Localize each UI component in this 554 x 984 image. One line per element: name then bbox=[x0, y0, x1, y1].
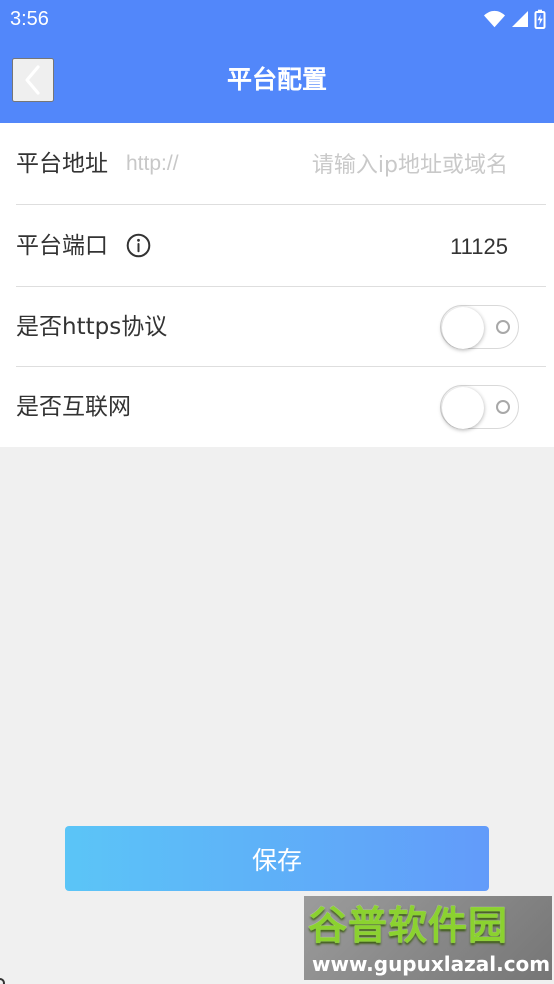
platform-address-row: 平台地址 http:// bbox=[0, 123, 554, 205]
toggle-knob bbox=[442, 387, 484, 429]
toggle-knob bbox=[442, 307, 484, 349]
watermark-url: www.gupuxlazal.com bbox=[312, 952, 551, 976]
watermark-title: 谷普软件园 bbox=[308, 904, 509, 949]
cellular-icon bbox=[512, 11, 528, 27]
site-watermark: 谷普软件园 www.gupuxlazal.com bbox=[304, 896, 552, 980]
toggle-off-circle-icon bbox=[496, 320, 510, 334]
platform-port-label: 平台端口 bbox=[16, 233, 108, 259]
status-icons bbox=[483, 7, 546, 31]
info-icon[interactable] bbox=[126, 233, 151, 258]
platform-address-label: 平台地址 bbox=[16, 151, 108, 177]
internet-toggle[interactable] bbox=[440, 385, 519, 429]
https-protocol-row: 是否https协议 bbox=[0, 287, 554, 367]
platform-port-row: 平台端口 bbox=[0, 205, 554, 287]
app-header: 3:56 平台配置 bbox=[0, 0, 554, 123]
internet-row: 是否互联网 bbox=[0, 367, 554, 447]
https-protocol-label: 是否https协议 bbox=[16, 314, 168, 340]
settings-panel: 平台地址 http:// 平台端口 是否https协议 是否互联网 bbox=[0, 123, 554, 447]
protocol-prefix: http:// bbox=[126, 152, 179, 175]
toggle-off-circle-icon bbox=[496, 400, 510, 414]
page-title: 平台配置 bbox=[226, 65, 327, 94]
battery-charging-icon bbox=[534, 9, 546, 29]
status-bar: 3:56 bbox=[0, 0, 554, 38]
platform-address-input[interactable] bbox=[270, 143, 508, 187]
platform-configuration-screen: 3:56 平台配置 平台地址 http:// 请输入ip地址或域名 平台端口 1… bbox=[0, 0, 554, 984]
status-time: 3:56 bbox=[10, 8, 49, 30]
platform-port-input[interactable] bbox=[396, 225, 508, 269]
save-button[interactable]: 保存 bbox=[65, 826, 489, 891]
wifi-icon bbox=[484, 10, 505, 28]
https-protocol-toggle[interactable] bbox=[440, 305, 519, 349]
corner-mark-icon bbox=[0, 978, 5, 984]
internet-label: 是否互联网 bbox=[16, 394, 131, 420]
